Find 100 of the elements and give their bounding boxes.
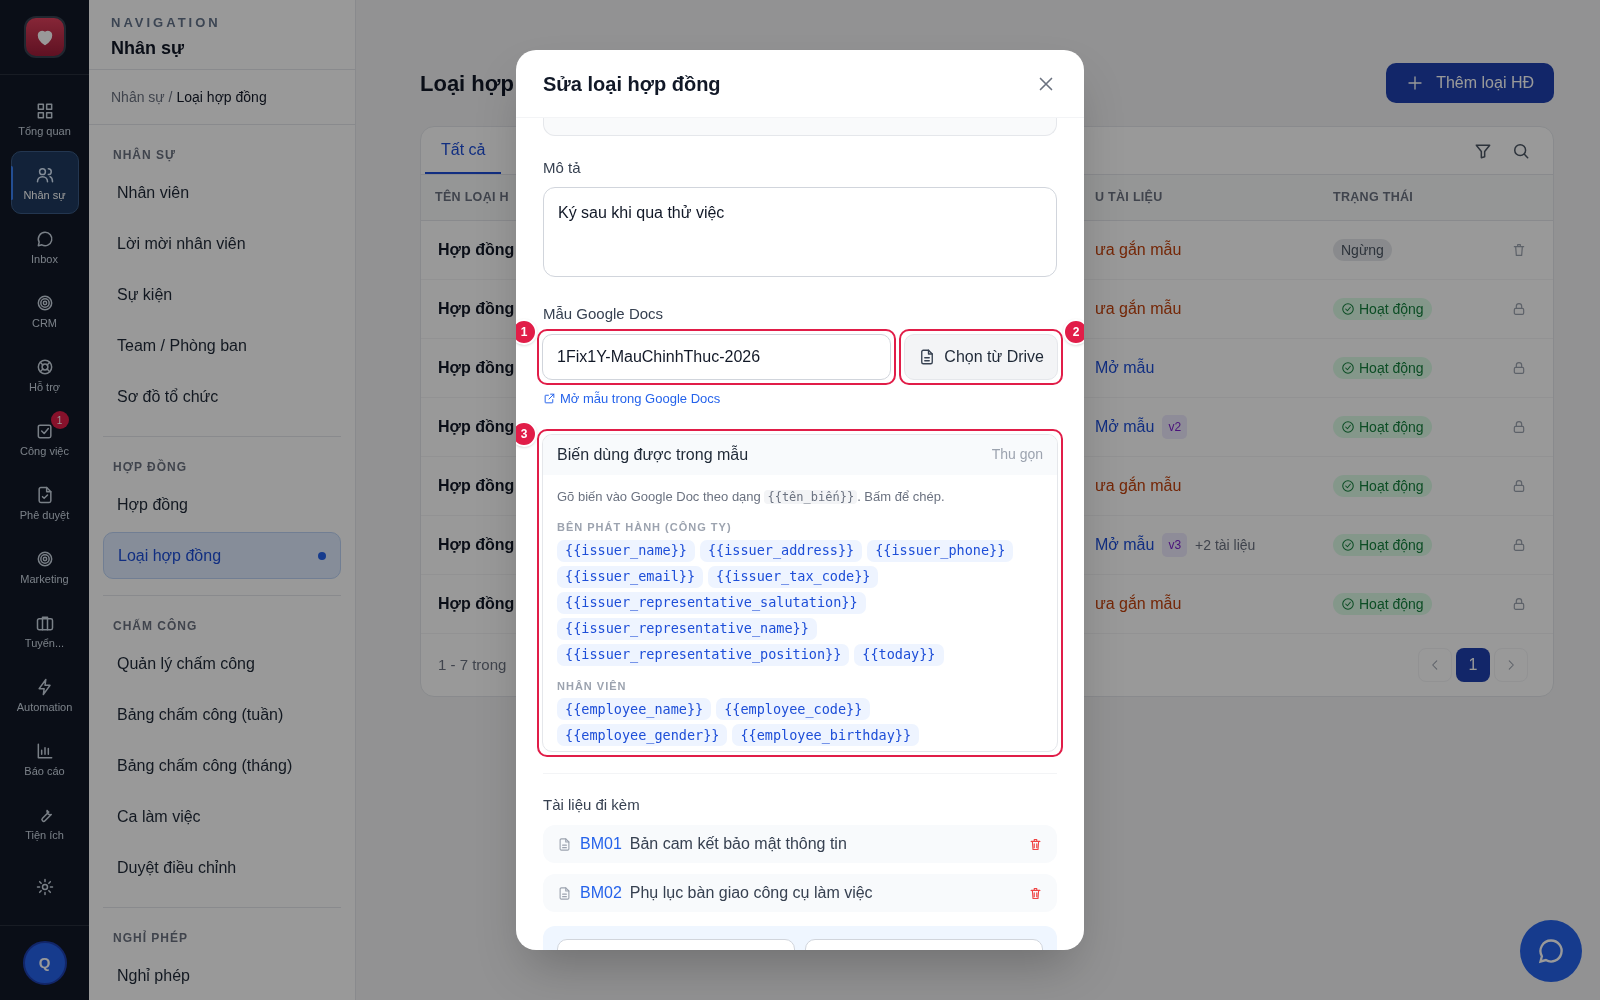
nav-item[interactable]: Lời mời nhân viên — [103, 220, 341, 267]
section-label: Tài liệu đi kèm — [543, 794, 641, 815]
rail-item[interactable]: Inbox — [10, 215, 79, 278]
lock-button[interactable] — [1511, 360, 1527, 376]
variable-chip[interactable]: {{issuer_name}} — [557, 539, 695, 562]
variable-chip[interactable]: {{issuer_address}} — [699, 539, 863, 562]
description-field[interactable]: Ký sau khi qua thử việc — [543, 186, 1057, 277]
rail-item[interactable]: Công việc 1 — [10, 407, 79, 470]
page-title: Loại hợp — [420, 69, 515, 98]
rail-item[interactable]: Tiện ích — [10, 791, 79, 854]
variable-chip[interactable]: {{issuer_representative_position}} — [557, 643, 850, 666]
annotation-number: 1 — [516, 319, 537, 345]
delete-button[interactable] — [1028, 836, 1043, 852]
rail-item[interactable]: Hỗ trợ — [10, 343, 79, 406]
column-header: TÊN LOẠI H — [434, 188, 510, 207]
chat-icon — [1537, 937, 1565, 965]
trash-icon — [1511, 242, 1527, 258]
lock-icon — [1511, 537, 1527, 553]
plus-icon — [1406, 74, 1425, 92]
lock-button[interactable] — [1511, 478, 1527, 494]
lock-button[interactable] — [1511, 301, 1527, 317]
table-cell-text: Hợp đồng — [437, 240, 516, 260]
rail-item[interactable]: Báo cáo — [10, 727, 79, 790]
table-cell-text: ưa gắn mẫu — [1095, 475, 1182, 496]
settings-icon — [34, 876, 55, 897]
nav-item[interactable]: Nghỉ phép — [103, 952, 341, 999]
variable-chip[interactable]: {{employee_name}} — [557, 698, 712, 720]
nav-item[interactable]: Sự kiện — [103, 271, 341, 318]
variable-chip[interactable]: {{issuer_representative_salutation}} — [557, 591, 866, 614]
check-circle-icon — [1341, 361, 1355, 375]
status-badge: Hoạt động — [1333, 298, 1432, 320]
rail-item[interactable]: CRM — [10, 279, 79, 342]
nav-item[interactable]: Duyệt điều chỉnh — [103, 844, 341, 891]
document-code: BM01 — [580, 834, 622, 854]
panel-title: Biến dùng được trong mẫu — [557, 444, 749, 465]
check-circle-icon — [1341, 420, 1355, 434]
pagination-summary: 1 - 7 trong — [438, 654, 507, 675]
table-cell-text: Hợp đồng — [437, 476, 516, 496]
annotation-number: 2 — [1063, 319, 1084, 345]
rail-item[interactable]: Automation — [10, 663, 79, 726]
table-cell-text: ưa gắn mẫu — [1095, 298, 1182, 319]
nav-item[interactable]: Bảng chấm công (tháng) — [103, 742, 341, 789]
status-badge: Hoạt động — [1333, 475, 1432, 497]
variable-chip[interactable]: {{employee_gender}} — [557, 724, 728, 746]
nav-heading: NAVIGATION — [111, 14, 222, 32]
attachment-count: +2 tài liệu — [1195, 535, 1256, 555]
variable-chip[interactable]: {{issuer_representative_name}} — [557, 617, 817, 640]
variable-chip[interactable]: {{employee_code}} — [716, 698, 871, 720]
check-circle-icon — [1341, 479, 1355, 493]
column-header: TRẠNG THÁI — [1333, 188, 1415, 207]
section-heading: CHẤM CÔNG — [112, 617, 199, 635]
template-link[interactable]: Mở mẫu — [1095, 356, 1155, 380]
nav-item[interactable]: Loại hợp đồng — [103, 532, 341, 579]
table-cell-text: ưa gắn mẫu — [1095, 593, 1182, 614]
file-icon — [557, 885, 572, 901]
document-name: Bản cam kết bảo mật thông tin — [629, 834, 848, 854]
nav-item[interactable]: Hợp đồng — [103, 481, 341, 528]
column-header: U TÀI LIỆU — [1095, 188, 1164, 207]
choose-from-drive-button[interactable]: Chọn từ Drive — [904, 334, 1058, 380]
template-link[interactable]: Mở mẫu — [1095, 533, 1155, 557]
lock-button[interactable] — [1511, 596, 1527, 612]
nav-item[interactable]: Ca làm việc — [103, 793, 341, 840]
input-field[interactable] — [543, 118, 1057, 136]
field-label: Mẫu Google Docs — [543, 303, 665, 324]
page-button[interactable]: 1 — [1456, 648, 1490, 682]
check-circle-icon — [1341, 597, 1355, 611]
rail-item[interactable]: Phê duyệt — [10, 471, 79, 534]
notification-badge: 1 — [50, 411, 69, 429]
section-heading: NGHỈ PHÉP — [112, 929, 189, 947]
field-label: Mô tả — [543, 158, 582, 178]
rail-item[interactable]: Tổng quan — [10, 87, 79, 150]
nav-item[interactable]: Quản lý chấm công — [103, 640, 341, 687]
open-template-link[interactable]: Mở mẫu trong Google Docs — [543, 389, 721, 409]
delete-button[interactable] — [1511, 242, 1527, 258]
delete-button[interactable] — [1028, 885, 1043, 901]
document-code: BM02 — [580, 883, 622, 903]
user-avatar[interactable]: Q — [22, 941, 67, 985]
variable-chip[interactable]: {{issuer_email}} — [557, 565, 704, 588]
nav-item[interactable]: Sơ đồ tổ chức — [103, 373, 341, 420]
status-badge: Hoạt động — [1333, 357, 1432, 379]
external-link-icon — [543, 392, 556, 406]
add-button[interactable]: Thêm loại HĐ — [1386, 63, 1554, 103]
template-id-field[interactable]: 1Fix1Y-MauChinhThuc-2026 — [542, 334, 892, 380]
document-name: Phụ lục bàn giao công cụ làm việc — [629, 883, 874, 903]
variable-chip[interactable]: {{today}} — [854, 643, 944, 666]
table-cell-text: ưa gắn mẫu — [1095, 239, 1182, 260]
nav-item[interactable]: Bảng chấm công (tuần) — [103, 691, 341, 738]
rail-item[interactable]: Tuyển... — [10, 599, 79, 662]
variable-chip[interactable]: {{issuer_tax_code}} — [708, 565, 879, 588]
variable-chip[interactable]: {{employee_birthday}} — [732, 724, 920, 746]
nav-item[interactable]: Nhân viên — [103, 169, 341, 216]
variable-chip[interactable]: {{issuer_phone}} — [867, 539, 1014, 562]
lock-button[interactable] — [1511, 537, 1527, 553]
lock-icon — [1511, 301, 1527, 317]
template-link[interactable]: Mở mẫu — [1095, 415, 1155, 439]
rail-item[interactable]: Marketing — [10, 535, 79, 598]
rail-item[interactable]: Nhân sự — [10, 151, 79, 214]
breadcrumb-link[interactable]: Nhân sự / — [111, 86, 173, 108]
nav-item[interactable]: Team / Phòng ban — [103, 322, 341, 369]
lock-button[interactable] — [1511, 419, 1527, 435]
